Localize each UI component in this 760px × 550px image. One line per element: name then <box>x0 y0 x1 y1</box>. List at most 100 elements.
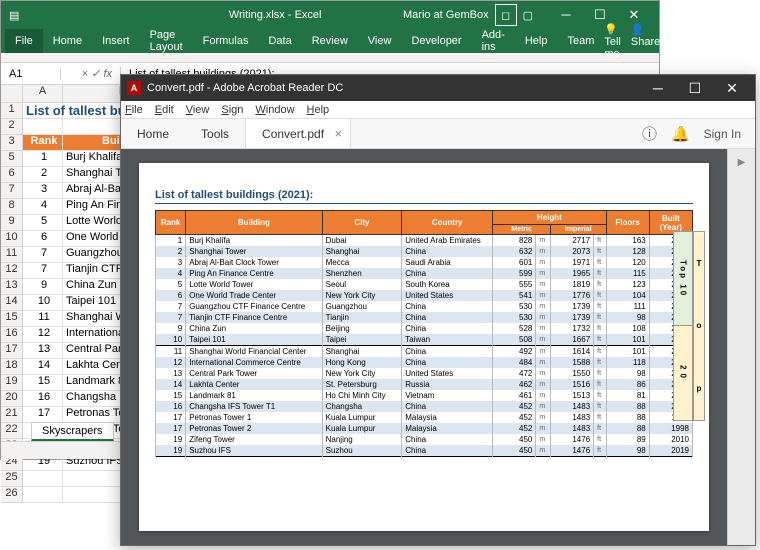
row-header[interactable]: 16 <box>1 327 23 343</box>
share-button[interactable]: 👤 Share <box>631 23 660 60</box>
sheet-tab[interactable]: Skyscrapers <box>31 422 114 441</box>
ribbon-tab-insert[interactable]: Insert <box>92 29 140 53</box>
close-button[interactable]: ✕ <box>617 7 651 23</box>
pdf-page: List of tallest buildings (2021): Rank B… <box>139 163 709 531</box>
table-row: 16Changsha IFS Tower T1ChangshaChina452m… <box>156 401 693 412</box>
row-header[interactable]: 9 <box>1 215 23 231</box>
fx-label[interactable]: × ✓ fx <box>61 67 121 80</box>
row-header[interactable]: 19 <box>1 375 23 391</box>
hdr-rank[interactable]: Rank <box>23 135 63 151</box>
row-header[interactable]: 2 <box>1 119 23 135</box>
ribbon-tab-data[interactable]: Data <box>258 29 301 53</box>
close-tab-icon[interactable]: × <box>334 126 342 141</box>
cell-rank[interactable]: 10 <box>23 295 63 311</box>
row-header[interactable]: 10 <box>1 231 23 247</box>
minimize-button[interactable]: ─ <box>641 80 675 96</box>
table-row: 17Petronas Tower 2Kuala LumpurMalaysia45… <box>156 423 693 434</box>
menu-help[interactable]: Help <box>307 104 330 116</box>
cell-rank[interactable]: 11 <box>23 311 63 327</box>
table-row: 15Landmark 81Ho Chi Minh CityVietnam461m… <box>156 390 693 401</box>
row-header[interactable]: 12 <box>1 263 23 279</box>
row-header[interactable]: 18 <box>1 359 23 375</box>
cell-rank[interactable]: 5 <box>23 215 63 231</box>
cell-rank[interactable]: 7 <box>23 263 63 279</box>
cell-rank[interactable]: 16 <box>23 391 63 407</box>
cell-rank[interactable]: 2 <box>23 167 63 183</box>
ribbon-tab-help[interactable]: Help <box>515 29 558 53</box>
side-top10: Top 10 <box>673 231 693 326</box>
ribbon-tab-file[interactable]: File <box>5 29 43 53</box>
cell-rank[interactable]: 12 <box>23 327 63 343</box>
ribbon-tab-developer[interactable]: Developer <box>401 29 471 53</box>
pdf-side-column: Top 10 20 <box>673 231 693 421</box>
table-row: 11Shanghai World Financial CenterShangha… <box>156 346 693 358</box>
cell-rank[interactable]: 17 <box>23 407 63 423</box>
cell-rank[interactable]: 1 <box>23 151 63 167</box>
row-header[interactable]: 11 <box>1 247 23 263</box>
row-header[interactable]: 20 <box>1 391 23 407</box>
select-all-corner[interactable] <box>1 85 23 102</box>
row-header[interactable]: 1 <box>1 103 23 119</box>
menu-window[interactable]: Window <box>255 104 294 116</box>
minimize-button[interactable]: ─ <box>549 7 583 23</box>
acrobat-rightbar[interactable]: ▶ <box>727 149 755 545</box>
signin-button[interactable]: Sign In <box>704 127 741 141</box>
tellme-button[interactable]: 💡 Tell me <box>604 23 621 60</box>
ribbon-tab-add-ins[interactable]: Add-ins <box>472 29 515 53</box>
menu-sign[interactable]: Sign <box>221 104 243 116</box>
cell-rank[interactable]: 3 <box>23 183 63 199</box>
menu-edit[interactable]: Edit <box>155 104 174 116</box>
row-header[interactable]: 8 <box>1 199 23 215</box>
row-header[interactable]: 3 <box>1 135 23 151</box>
help-icon[interactable]: ⓘ <box>642 123 657 144</box>
cell-rank[interactable]: 15 <box>23 375 63 391</box>
title-cell[interactable]: List of tallest buildings (2021): <box>23 103 63 119</box>
maximize-button[interactable]: ☐ <box>678 80 712 97</box>
row-header[interactable]: 21 <box>1 407 23 423</box>
ribbon-tab-home[interactable]: Home <box>43 29 92 53</box>
th-city: City <box>322 211 402 235</box>
row-header[interactable]: 22 <box>1 423 23 439</box>
menu-view[interactable]: View <box>186 104 210 116</box>
cell-rank[interactable]: 13 <box>23 343 63 359</box>
ribbon-options-icon[interactable]: ▢ <box>523 9 533 22</box>
cell-rank[interactable]: 9 <box>23 279 63 295</box>
cell-rank[interactable]: 14 <box>23 359 63 375</box>
page-scroll-area[interactable]: List of tallest buildings (2021): Rank B… <box>121 149 727 545</box>
th-building: Building <box>186 211 322 235</box>
row-header[interactable]: 5 <box>1 151 23 167</box>
user-avatar-icon[interactable]: ◻ <box>495 4 517 26</box>
pdf-side-outer: Top <box>693 231 705 421</box>
collapse-icon[interactable]: ▶ <box>738 157 746 168</box>
ribbon-tab-review[interactable]: Review <box>302 29 358 53</box>
document-tab[interactable]: Convert.pdf × <box>245 119 351 148</box>
maximize-button[interactable]: ☐ <box>583 7 617 23</box>
row-header[interactable]: 6 <box>1 167 23 183</box>
th-height: Height <box>493 211 606 225</box>
excel-ribbon: FileHomeInsertPage LayoutFormulasDataRev… <box>1 29 659 53</box>
ribbon-tab-page-layout[interactable]: Page Layout <box>140 29 193 53</box>
col-header[interactable]: A <box>23 85 63 102</box>
table-row: 10Taipei 101TaipeiTaiwan508m1667ft101200… <box>156 334 693 346</box>
row-header[interactable]: 14 <box>1 295 23 311</box>
row-header[interactable]: 13 <box>1 279 23 295</box>
ribbon-tab-team[interactable]: Team <box>557 29 604 53</box>
tools-button[interactable]: Tools <box>185 119 245 148</box>
excel-titlebar: ▤ Writing.xlsx - Excel Mario at GemBox ◻… <box>1 1 659 29</box>
notification-icon[interactable]: 🔔 <box>671 125 690 143</box>
row-header[interactable]: 17 <box>1 343 23 359</box>
close-button[interactable]: ✕ <box>715 80 749 97</box>
cell-rank[interactable]: 4 <box>23 199 63 215</box>
menu-file[interactable]: File <box>125 104 143 116</box>
row-header[interactable]: 15 <box>1 311 23 327</box>
row-header[interactable]: 7 <box>1 183 23 199</box>
table-row: 3Abraj Al-Bait Clock TowerMeccaSaudi Ara… <box>156 257 693 268</box>
ribbon-tab-formulas[interactable]: Formulas <box>193 29 259 53</box>
home-button[interactable]: Home <box>121 119 185 148</box>
cell-rank[interactable]: 7 <box>23 247 63 263</box>
table-row: 6One World Trade CenterNew York CityUnit… <box>156 290 693 301</box>
name-box[interactable]: A1 <box>1 68 61 80</box>
side-20: 20 <box>673 326 693 421</box>
cell-rank[interactable]: 6 <box>23 231 63 247</box>
ribbon-tab-view[interactable]: View <box>358 29 402 53</box>
